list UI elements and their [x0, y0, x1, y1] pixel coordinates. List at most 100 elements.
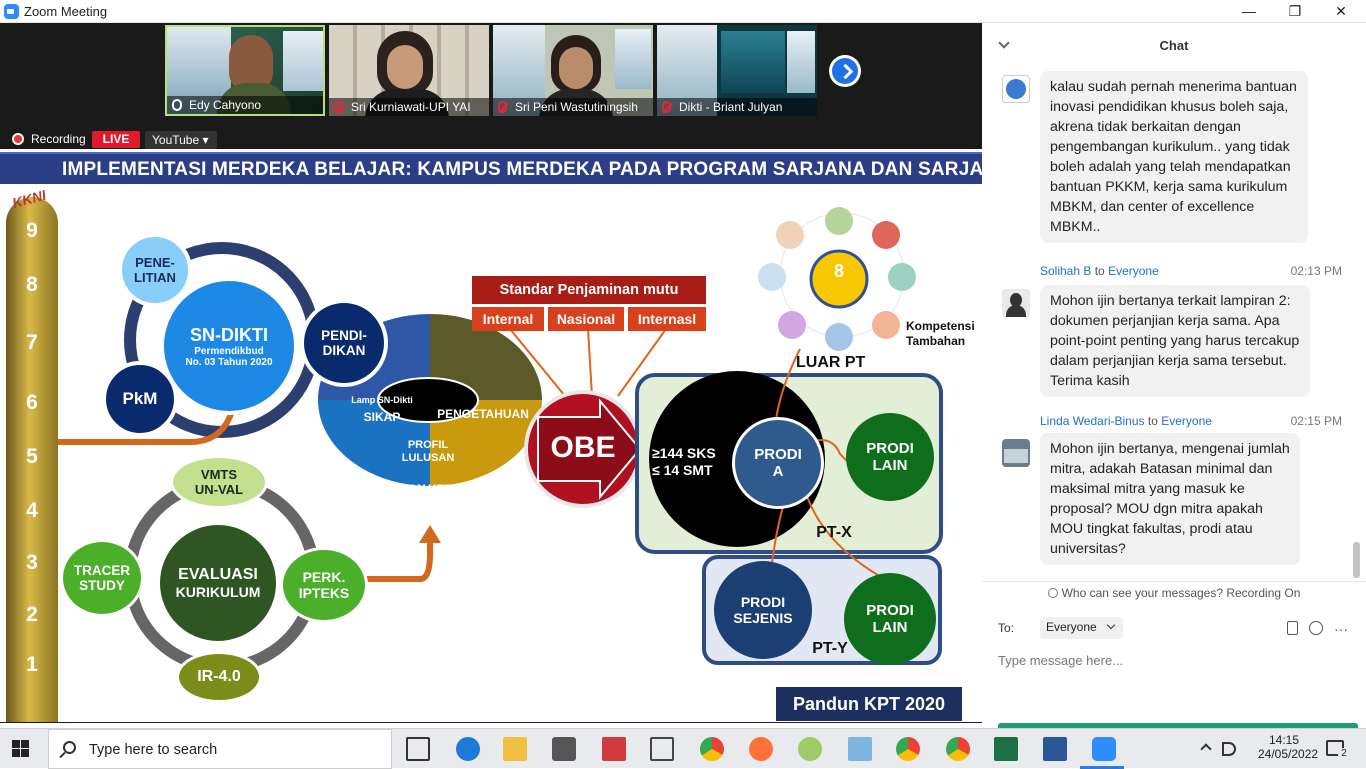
minimize-button[interactable]: — [1226, 0, 1272, 23]
recording-dot-icon [12, 133, 24, 145]
avatar [1002, 289, 1030, 317]
tracer-study-circle: TRACER STUDY [60, 539, 144, 617]
ir40-label: IR-4.0 [197, 668, 241, 685]
kemdikbud-logo-icon [1006, 79, 1026, 99]
muted-mic-icon [334, 101, 343, 113]
clock-date: 24/05/2022 [1258, 747, 1319, 761]
task-view-icon[interactable] [406, 737, 430, 761]
chat-panel: Chat kalau sudah pernah menerima bantuan… [982, 23, 1366, 728]
chrome-icon[interactable] [700, 737, 724, 761]
windows-start-icon[interactable] [12, 740, 30, 758]
participant-name: Dikti - Briant Julyan [657, 98, 817, 116]
youtube-stream-button[interactable]: YouTube ▾ [145, 131, 217, 149]
evaluasi-kurikulum-circle: EVALUASI KURIKULUM [156, 521, 280, 645]
prodi-lain-label: PRODI LAIN [866, 602, 914, 636]
gift-icon[interactable] [602, 737, 626, 761]
sn-dikti-circle: SN-DIKTI Permendikbud No. 03 Tahun 2020 [160, 277, 298, 415]
evaluasi-label: EVALUASI [178, 566, 258, 583]
taskbar-search[interactable]: Type here to search [48, 729, 392, 769]
muted-mic-icon [498, 101, 507, 113]
sn-dikti-label: SN-DIKTI [190, 324, 268, 345]
privacy-notice[interactable]: Who can see your messages? Recording On [982, 586, 1366, 600]
participant-video[interactable]: Sri Peni Wastutiningsih [493, 25, 653, 116]
windows-taskbar: Type here to search 14:15 24/05/2022 2 [0, 728, 1366, 769]
chrome-profile-icon[interactable] [896, 737, 920, 761]
notes-icon[interactable] [848, 737, 872, 761]
store-icon[interactable] [552, 737, 576, 761]
participant-name: Sri Peni Wastutiningsih [493, 98, 653, 116]
pandun-box: Pandun KPT 2020 [776, 687, 962, 721]
sks-label: ≥144 SKS ≤ 14 SMT [652, 445, 716, 478]
tracer-study-label: TRACER STUDY [73, 563, 131, 593]
clock[interactable]: 14:15 24/05/2022 [1258, 729, 1319, 769]
scrollbar-thumb[interactable] [1353, 542, 1360, 578]
participant-name: Sri Kurniawati-UPI YAI [329, 98, 489, 116]
kurikulum-label: KURIKULUM [175, 584, 261, 600]
chevron-up-icon[interactable] [1200, 743, 1212, 755]
message-bubble: kalau sudah pernah menerima bantuan inov… [1040, 71, 1308, 243]
profil-lulusan-label: PROFIL LULUSAN [401, 439, 455, 464]
participant-face [387, 45, 423, 89]
internal-box: Internal [472, 307, 544, 331]
paint-icon[interactable] [798, 737, 822, 761]
excel-icon[interactable] [994, 737, 1018, 761]
notification-count: 2 [1338, 748, 1350, 760]
muted-mic-icon [662, 101, 671, 113]
message-sender: Solihah B to Everyone [1040, 264, 1159, 278]
pendidikan-label: PENDI- DIKAN [321, 328, 367, 358]
edge-icon[interactable] [456, 737, 480, 761]
file-icon[interactable] [1287, 621, 1298, 635]
kompetensi-icon [872, 221, 900, 249]
word-icon[interactable] [1043, 737, 1067, 761]
more-icon[interactable]: ··· [1334, 622, 1348, 636]
participant-video[interactable]: Edy Cahyono [165, 25, 325, 116]
kompetensi-icon [872, 311, 900, 339]
window-title: Zoom Meeting [24, 4, 108, 19]
recipient-row: To: Everyone [998, 617, 1123, 639]
avatar-body [1006, 305, 1026, 317]
maximize-button[interactable]: ❐ [1272, 0, 1318, 23]
sikap-label: SIKAP [363, 410, 401, 424]
participant-video[interactable]: Sri Kurniawati-UPI YAI [329, 25, 489, 116]
pendidikan-circle: PENDI- DIKAN [300, 299, 388, 387]
meeting-video-area: Edy Cahyono Sri Kurniawati-UPI YAI Sri P… [0, 23, 982, 723]
zoom-taskbar-icon[interactable] [1092, 737, 1116, 761]
prodi-sejenis-label: PRODI SEJENIS [733, 594, 793, 626]
sn-dikti-sub: Permendikbud [194, 345, 264, 357]
chat-scrollbar[interactable] [1353, 67, 1360, 579]
background-slide [283, 31, 323, 91]
chat-message-input[interactable] [998, 649, 1350, 671]
next-participants-icon[interactable] [829, 55, 861, 87]
chrome-profile-icon[interactable] [946, 737, 970, 761]
ir40-circle: IR-4.0 [176, 651, 262, 703]
recording-label: Recording [31, 132, 86, 146]
firefox-icon[interactable] [749, 737, 773, 761]
message-time: 02:13 PM [1290, 264, 1342, 278]
window-titlebar: Zoom Meeting — ❐ ✕ [0, 0, 1366, 23]
participant-video[interactable]: Dikti - Briant Julyan [657, 25, 817, 116]
kompetensi-icon [758, 263, 786, 291]
live-badge[interactable]: LIVE [92, 131, 140, 148]
people-icon [1047, 588, 1058, 598]
close-button[interactable]: ✕ [1318, 0, 1364, 23]
flow-arrow [365, 541, 433, 582]
penelitian-label: PENE- LITIAN [134, 255, 176, 285]
vmts-circle: VMTS UN-VAL [170, 455, 268, 509]
recipient-select[interactable]: Everyone [1040, 617, 1123, 639]
volume-icon[interactable] [1222, 742, 1236, 756]
nasional-box: Nasional [548, 307, 624, 331]
kompetensi-icon [776, 221, 804, 249]
emoji-icon[interactable] [1309, 621, 1323, 635]
kompetensi-icon [888, 263, 916, 291]
wheel-center-label: 8 [833, 261, 844, 281]
message-bubble: Mohon ijin bertanya terkait lampiran 2: … [1040, 285, 1310, 397]
file-explorer-icon[interactable] [503, 737, 527, 761]
participant-face [559, 47, 593, 89]
message-sender: Linda Wedari-Binus to Everyone [1040, 414, 1212, 428]
mail-icon[interactable] [650, 737, 674, 761]
internasl-label: Internasl [637, 311, 697, 327]
notifications[interactable]: 2 [1322, 729, 1352, 769]
privacy-text: Who can see your messages? Recording On [1061, 586, 1301, 600]
prodi-sejenis-circle: PRODI SEJENIS [714, 561, 812, 659]
luar-pt-label: LUAR PT [796, 354, 866, 371]
